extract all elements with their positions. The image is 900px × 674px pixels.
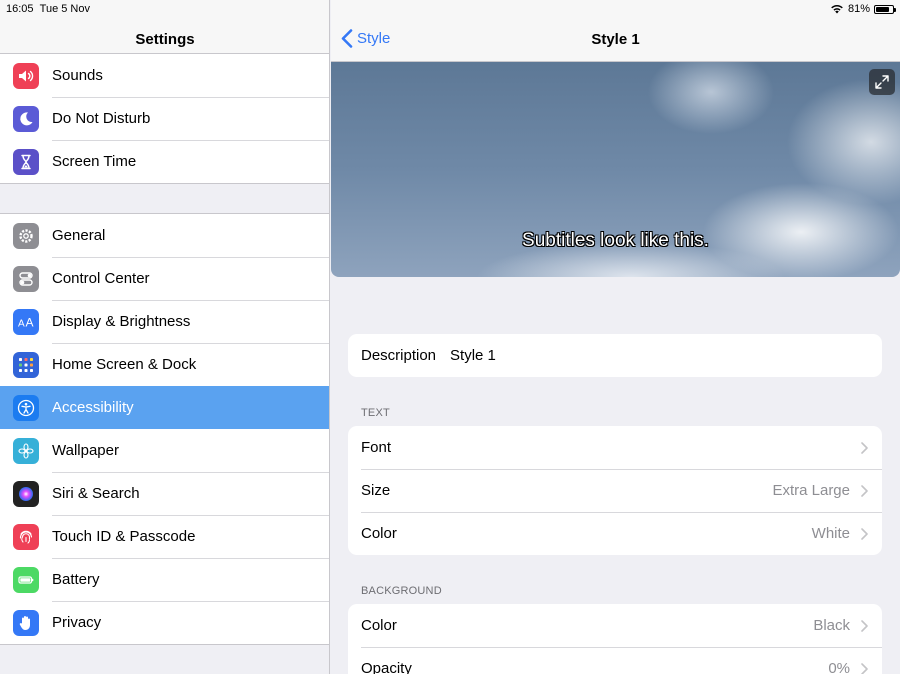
sidebar-item-label: Wallpaper [52,442,119,459]
text-size-row[interactable]: Size Extra Large [348,469,882,512]
background-opacity-row[interactable]: Opacity 0% [348,647,882,674]
chevron-right-icon [861,662,868,674]
chevron-right-icon [861,527,868,540]
gear-icon [13,222,39,249]
page-title: Style 1 [591,31,640,48]
background-row-value: Black [813,617,850,634]
sidebar-item-accessibility[interactable]: Accessibility [0,386,329,429]
battery-icon [13,566,39,593]
sidebar-item-touch-id-passcode[interactable]: Touch ID & Passcode [0,515,329,558]
expand-preview-button[interactable] [869,69,895,95]
sidebar-item-wallpaper[interactable]: Wallpaper [0,429,329,472]
hourglass-icon [13,148,39,175]
accessibility-icon [13,394,39,421]
subtitle-preview: Subtitles look like this. [331,62,900,277]
sidebar-item-label: Privacy [52,614,102,631]
sidebar-item-label: Sounds [52,67,103,84]
sidebar-item-label: Display & Brightness [52,313,191,330]
svg-text:A: A [26,315,34,329]
background-row-label: Opacity [361,660,412,674]
sidebar-title: Settings [135,31,195,48]
sidebar-item-label: Touch ID & Passcode [52,528,196,545]
text-row-label: Size [361,482,391,499]
sidebar-item-label: Control Center [52,270,150,287]
svg-text:A: A [18,318,25,329]
chevron-right-icon [861,484,868,497]
background-color-row[interactable]: Color Black [348,604,882,647]
description-value: Style 1 [450,347,496,364]
sidebar-item-display-brightness[interactable]: A A Display & Brightness [0,300,329,343]
sidebar-item-home-screen-dock[interactable]: Home Screen & Dock [0,343,329,386]
sidebar-item-do-not-disturb[interactable]: Do Not Disturb [0,97,329,140]
sidebar-item-general[interactable]: General [0,214,329,257]
sidebar-item-sounds[interactable]: Sounds [0,54,329,97]
description-label: Description [361,347,437,364]
text-color-row[interactable]: Color White [348,512,882,555]
status-bar: 16:05 Tue 5 Nov 81% [0,0,900,18]
sidebar-item-label: Home Screen & Dock [52,356,197,373]
sidebar-item-label: Accessibility [52,399,134,416]
description-row[interactable]: Description Style 1 [348,334,882,377]
text-font-row[interactable]: Font [348,426,882,469]
battery-percent: 81% [847,3,870,15]
siri-icon [13,480,39,507]
settings-group-notifications: Sounds Do Not Disturb Screen Time [0,53,329,184]
sidebar-item-privacy[interactable]: Privacy [0,601,329,644]
sidebar-item-label: Siri & Search [52,485,140,502]
sidebar-item-label: Battery [52,571,100,588]
text-row-value: Extra Large [772,482,850,499]
detail-pane: Style Style 1 Subtitles look like this. … [331,0,900,674]
sidebar-item-label: General [52,227,106,244]
background-section-header: BACKGROUND [361,585,442,597]
settings-sidebar: Settings Sounds Do Not Disturb Screen Time… [0,0,330,674]
battery-status-icon [874,4,896,14]
chevron-right-icon [861,619,868,632]
text-size-icon: AA [13,308,39,335]
background-row-label: Color [361,617,397,634]
sidebar-item-label: Do Not Disturb [52,110,151,127]
text-options-card: Font Size Extra Large Color White [348,426,882,555]
chevron-right-icon [861,441,868,454]
grid-icon [13,351,39,378]
description-card: Description Style 1 [348,334,882,377]
preview-subtitle-text: Subtitles look like this. [522,230,709,251]
text-row-label: Font [361,439,392,456]
flower-icon [13,437,39,464]
status-time: 16:05 Tue 5 Nov [6,3,90,15]
fingerprint-icon [13,523,39,550]
sidebar-item-battery[interactable]: Battery [0,558,329,601]
wifi-icon [831,5,843,14]
toggles-icon [13,265,39,292]
expand-icon [875,75,889,89]
moon-icon [13,105,39,132]
hand-icon [13,609,39,636]
background-row-value: 0% [828,660,850,674]
sidebar-item-siri-search[interactable]: Siri & Search [0,472,329,515]
background-options-card: Color Black Opacity 0% [348,604,882,674]
status-indicators: 81% [830,3,896,15]
sidebar-item-control-center[interactable]: Control Center [0,257,329,300]
settings-group-general: General Control Center A A Display & Brightn… [0,213,329,645]
text-section-header: TEXT [361,407,390,419]
speaker-icon [13,62,39,89]
text-row-label: Color [361,525,397,542]
sidebar-item-screen-time[interactable]: Screen Time [0,140,329,183]
sidebar-item-label: Screen Time [52,153,137,170]
text-row-value: White [811,525,850,542]
